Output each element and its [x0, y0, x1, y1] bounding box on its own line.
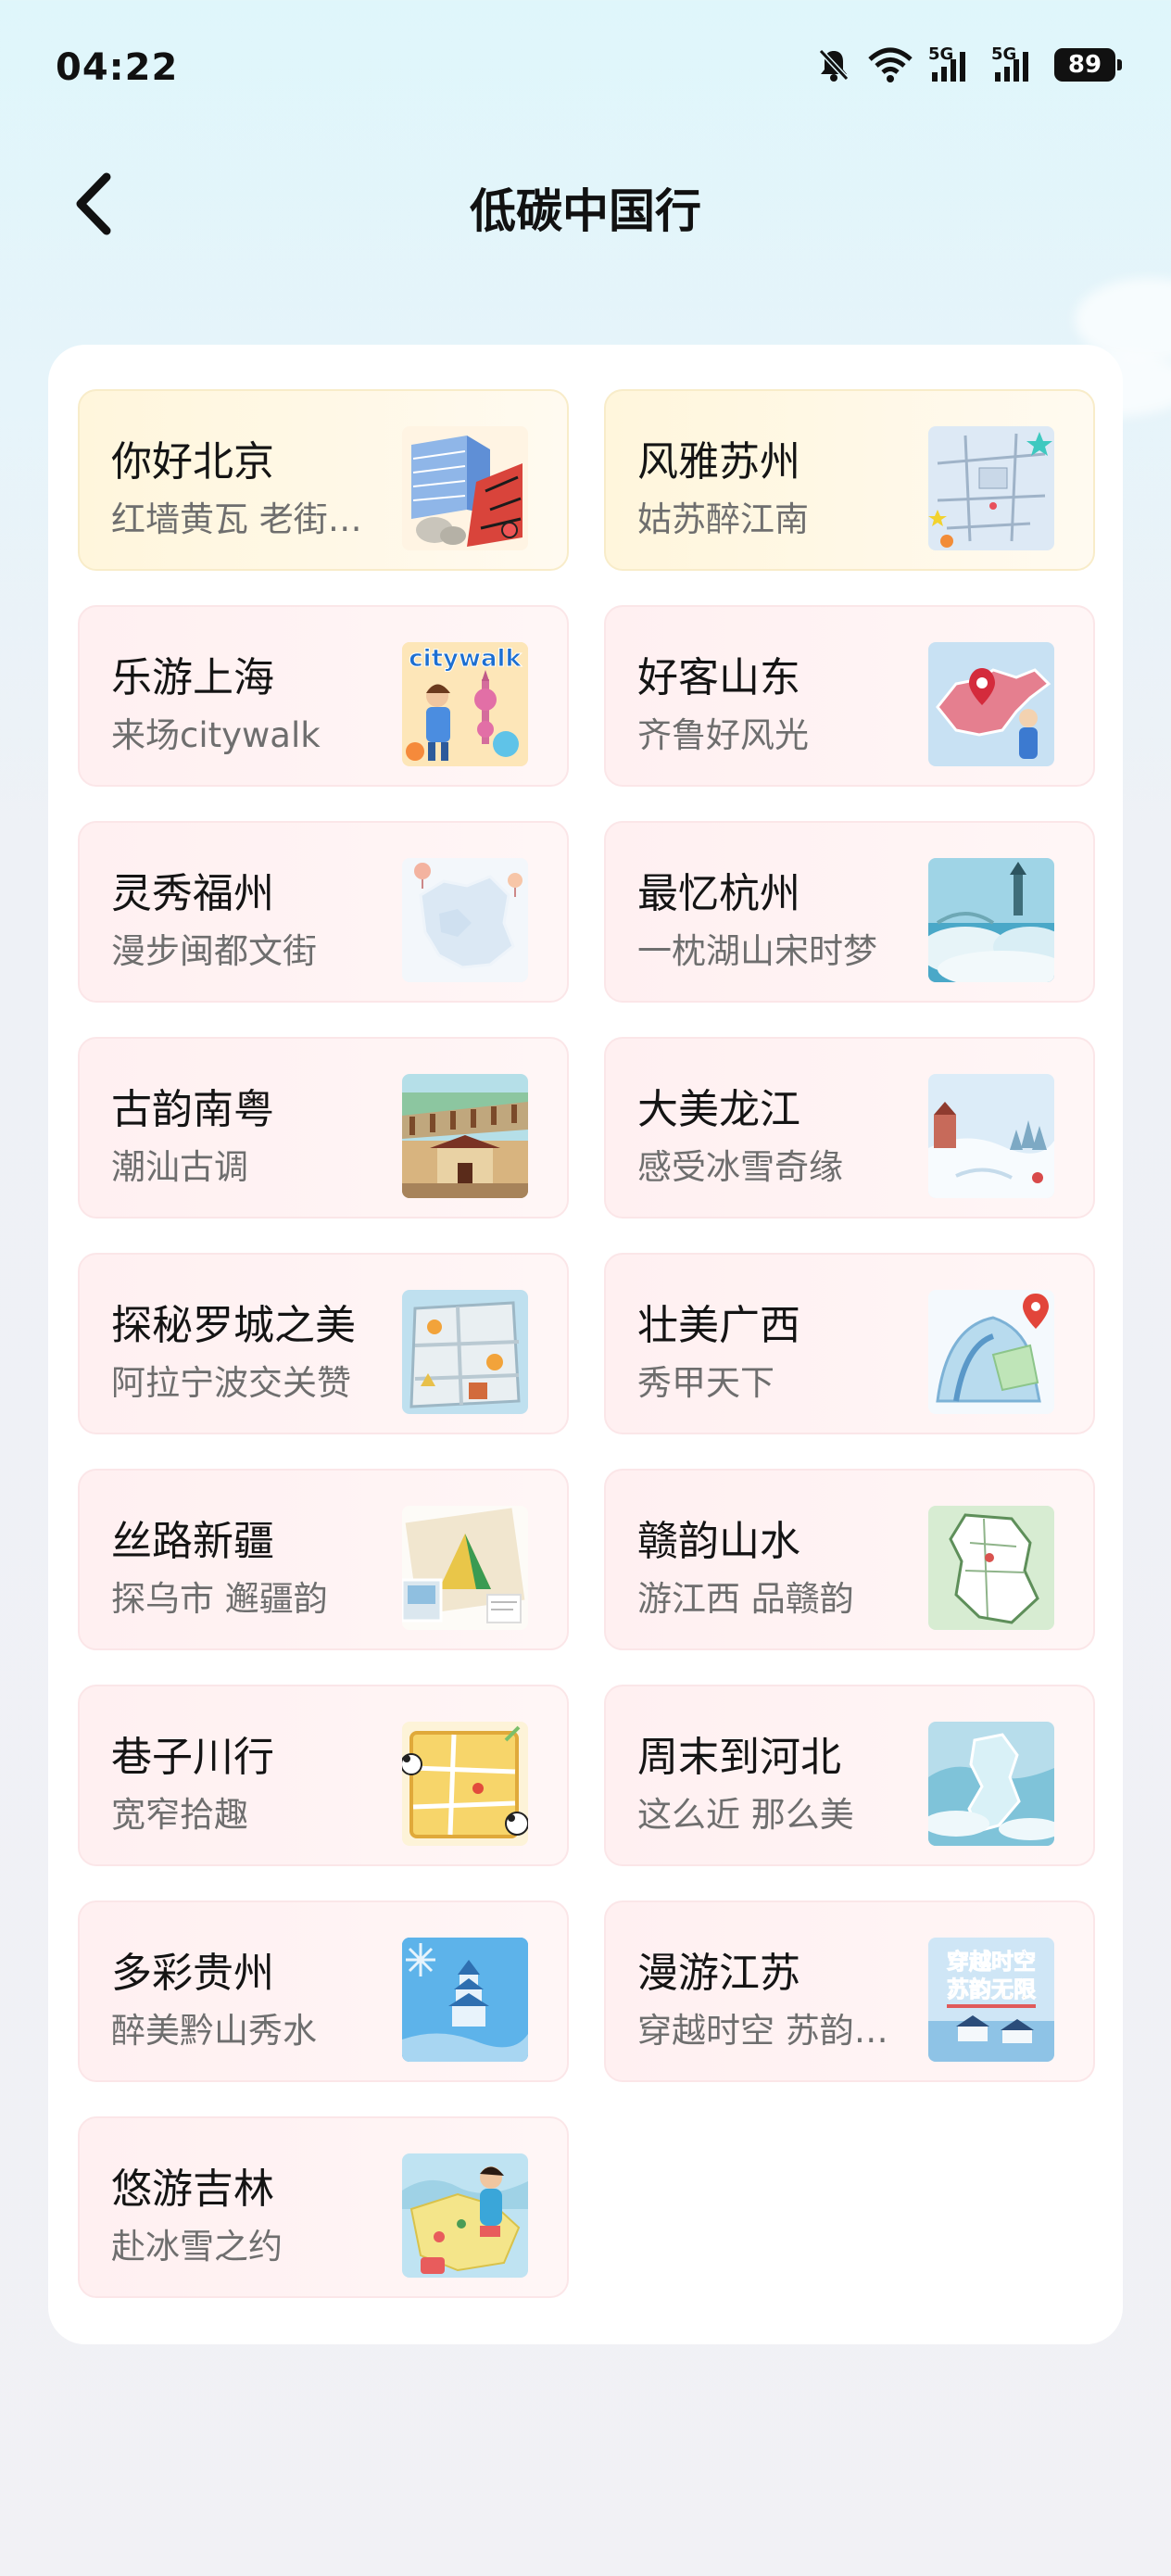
card-title: 最忆杭州: [637, 870, 800, 917]
signal-5g-icon: 5G: [928, 44, 976, 83]
status-icons: 5G 5G 89: [815, 44, 1122, 83]
guizhou-thumbnail: [402, 1938, 528, 2062]
card-title: 丝路新疆: [111, 1518, 274, 1565]
battery-level: 89: [1067, 51, 1102, 79]
battery-icon: 89: [1054, 48, 1122, 82]
destination-grid: 你好北京 红墙黄瓦 老街… 风雅苏州 姑苏醉江南 乐游上海 来场citywalk…: [78, 389, 1095, 2298]
thumb-poster-line-2: 苏韵无限: [947, 1976, 1036, 2002]
destination-card[interactable]: 最忆杭州 一枕湖山宋时梦: [604, 821, 1095, 1003]
destination-card[interactable]: 赣韵山水 游江西 品赣韵: [604, 1469, 1095, 1650]
nav-bar: 低碳中国行: [0, 148, 1171, 259]
destination-card[interactable]: 乐游上海 来场citywalk citywalk: [78, 605, 569, 787]
card-subtitle: 游江西 品赣韵: [637, 1579, 854, 1619]
card-title: 灵秀福州: [111, 870, 274, 917]
destination-card[interactable]: 好客山东 齐鲁好风光: [604, 605, 1095, 787]
card-title: 巷子川行: [111, 1734, 274, 1781]
destination-card[interactable]: 你好北京 红墙黄瓦 老街…: [78, 389, 569, 571]
destination-card[interactable]: 多彩贵州 醉美黔山秀水: [78, 1900, 569, 2082]
card-subtitle: 穿越时空 苏韵…: [637, 2011, 888, 2051]
page-title: 低碳中国行: [470, 184, 701, 238]
card-title: 探秘罗城之美: [111, 1302, 356, 1349]
card-subtitle: 赴冰雪之约: [111, 2227, 283, 2267]
card-title: 你好北京: [111, 438, 274, 486]
shandong-map-thumbnail: [928, 642, 1054, 766]
shanghai-citywalk-thumbnail: citywalk: [402, 642, 528, 766]
card-subtitle: 齐鲁好风光: [637, 715, 809, 755]
status-bar: 04:22 5G 5G 89: [0, 0, 1171, 139]
sichuan-map-thumbnail: [402, 1722, 528, 1846]
suzhou-map-thumbnail: [928, 426, 1054, 550]
status-time: 04:22: [56, 46, 179, 89]
card-subtitle: 探乌市 邂疆韵: [111, 1579, 328, 1619]
destination-card[interactable]: 风雅苏州 姑苏醉江南: [604, 389, 1095, 571]
card-title: 悠游吉林: [111, 2166, 274, 2213]
signal-5g-icon: 5G: [991, 44, 1039, 83]
card-title: 古韵南粤: [111, 1086, 274, 1133]
fuzhou-map-thumbnail: [402, 858, 528, 982]
xinjiang-thumbnail: [402, 1506, 528, 1630]
destination-card[interactable]: 灵秀福州 漫步闽都文街: [78, 821, 569, 1003]
card-subtitle: 感受冰雪奇缘: [637, 1147, 843, 1187]
card-title: 周末到河北: [637, 1734, 841, 1781]
bell-off-icon: [815, 46, 852, 83]
card-title: 赣韵山水: [637, 1518, 800, 1565]
card-title: 乐游上海: [111, 654, 274, 701]
card-subtitle: 一枕湖山宋时梦: [637, 931, 877, 971]
thumb-poster-line-1: 穿越时空: [947, 1949, 1036, 1975]
destination-card[interactable]: 壮美广西 秀甲天下: [604, 1253, 1095, 1434]
destination-panel: 你好北京 红墙黄瓦 老街… 风雅苏州 姑苏醉江南 乐游上海 来场citywalk…: [48, 345, 1123, 2344]
destination-card[interactable]: 悠游吉林 赴冰雪之约: [78, 2116, 569, 2298]
ningbo-map-thumbnail: [402, 1290, 528, 1414]
card-subtitle: 醉美黔山秀水: [111, 2011, 317, 2051]
destination-card[interactable]: 探秘罗城之美 阿拉宁波交关赞: [78, 1253, 569, 1434]
card-subtitle: 这么近 那么美: [637, 1795, 854, 1835]
jilin-thumbnail: [402, 2153, 528, 2278]
guangxi-thumbnail: [928, 1290, 1054, 1414]
card-subtitle: 姑苏醉江南: [637, 499, 809, 539]
heilongjiang-snow-thumbnail: [928, 1074, 1054, 1198]
card-subtitle: 阿拉宁波交关赞: [111, 1363, 351, 1403]
card-subtitle: 来场citywalk: [111, 715, 321, 755]
card-title: 好客山东: [637, 654, 800, 701]
card-title: 风雅苏州: [637, 438, 800, 486]
card-subtitle: 潮汕古调: [111, 1147, 248, 1187]
card-subtitle: 漫步闽都文街: [111, 931, 317, 971]
card-title: 大美龙江: [637, 1086, 800, 1133]
card-title: 漫游江苏: [637, 1950, 800, 1997]
card-subtitle: 宽窄拾趣: [111, 1795, 248, 1835]
destination-card[interactable]: 漫游江苏 穿越时空 苏韵… 穿越时空 苏韵无限: [604, 1900, 1095, 2082]
card-subtitle: 红墙黄瓦 老街…: [111, 499, 362, 539]
jiangsu-poster-thumbnail: 穿越时空 苏韵无限: [928, 1938, 1054, 2062]
destination-card[interactable]: 巷子川行 宽窄拾趣: [78, 1685, 569, 1866]
card-subtitle: 秀甲天下: [637, 1363, 774, 1403]
hangzhou-thumbnail: [928, 858, 1054, 982]
card-title: 壮美广西: [637, 1302, 800, 1349]
chaoshan-thumbnail: [402, 1074, 528, 1198]
hebei-map-thumbnail: [928, 1722, 1054, 1846]
card-title: 多彩贵州: [111, 1950, 274, 1997]
destination-card[interactable]: 周末到河北 这么近 那么美: [604, 1685, 1095, 1866]
wifi-icon: [867, 46, 913, 83]
destination-card[interactable]: 丝路新疆 探乌市 邂疆韵: [78, 1469, 569, 1650]
beijing-thumbnail: [402, 426, 528, 550]
thumb-citywalk-text: citywalk: [409, 645, 522, 673]
jiangxi-map-thumbnail: [928, 1506, 1054, 1630]
destination-card[interactable]: 大美龙江 感受冰雪奇缘: [604, 1037, 1095, 1219]
destination-card[interactable]: 古韵南粤 潮汕古调: [78, 1037, 569, 1219]
